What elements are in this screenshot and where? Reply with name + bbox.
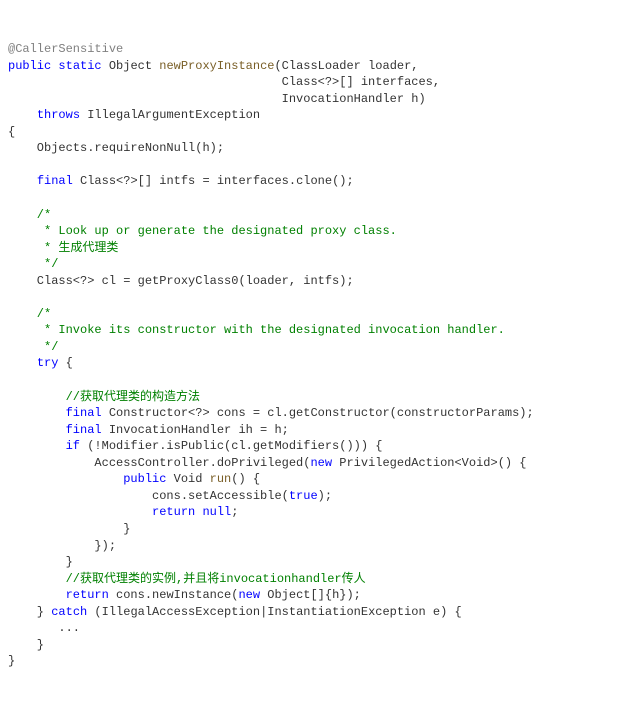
txt: { xyxy=(58,356,72,370)
kw-final: final xyxy=(37,174,73,188)
txt: AccessController.doPrivileged( xyxy=(8,456,310,470)
comment: //获取代理类的实例,并且将invocationhandler传人 xyxy=(8,572,366,586)
txt: } xyxy=(8,605,51,619)
kw-final: final xyxy=(66,406,102,420)
param: h xyxy=(202,141,209,155)
indent xyxy=(8,174,37,188)
kw-try: try xyxy=(37,356,59,370)
txt: ... xyxy=(8,621,80,635)
lit-true: true xyxy=(289,489,318,503)
txt: PrivilegedAction<Void>() { xyxy=(332,456,526,470)
txt: (ClassLoader loader, xyxy=(274,59,418,73)
kw-catch: catch xyxy=(51,605,87,619)
txt: } xyxy=(8,638,44,652)
code-block: @CallerSensitive public static Object ne… xyxy=(8,41,628,670)
method-name: newProxyInstance xyxy=(159,59,274,73)
txt: }); xyxy=(339,588,361,602)
txt: Objects.requireNonNull( xyxy=(8,141,202,155)
comment: /* xyxy=(8,208,51,222)
comment: //获取代理类的构造方法 xyxy=(8,390,200,404)
txt: } xyxy=(8,555,73,569)
txt: ); xyxy=(210,141,224,155)
txt: cons.setAccessible( xyxy=(8,489,289,503)
txt: cons.newInstance( xyxy=(109,588,239,602)
kw-throws: throws xyxy=(37,108,80,122)
indent xyxy=(8,423,66,437)
kw-final: final xyxy=(66,423,102,437)
kw-return: return xyxy=(66,588,109,602)
comment: * 生成代理类 xyxy=(8,241,118,255)
txt: () { xyxy=(231,472,260,486)
txt: Object[]{ xyxy=(260,588,332,602)
indent xyxy=(8,108,37,122)
indent xyxy=(8,406,66,420)
txt: Class<?>[] interfaces, xyxy=(8,75,440,89)
indent xyxy=(8,472,123,486)
txt: } xyxy=(8,522,130,536)
txt: Object xyxy=(102,59,160,73)
txt: (!Modifier.isPublic(cl.getModifiers())) … xyxy=(80,439,382,453)
txt: }); xyxy=(8,539,116,553)
txt: (IllegalAccessException|InstantiationExc… xyxy=(87,605,461,619)
annotation: @CallerSensitive xyxy=(8,42,123,56)
kw-public: public xyxy=(8,59,51,73)
txt: { xyxy=(8,125,15,139)
txt: ); xyxy=(318,489,332,503)
kw-public: public xyxy=(123,472,166,486)
comment: * Look up or generate the designated pro… xyxy=(8,224,397,238)
txt: Class<?> cl = getProxyClass0(loader, int… xyxy=(8,274,354,288)
kw-static: static xyxy=(58,59,101,73)
txt: InvocationHandler h) xyxy=(8,92,426,106)
txt: Void xyxy=(166,472,209,486)
txt: ; xyxy=(231,505,238,519)
indent xyxy=(8,356,37,370)
kw-new: new xyxy=(310,456,332,470)
method-run: run xyxy=(210,472,232,486)
kw-if: if xyxy=(66,439,80,453)
comment: */ xyxy=(8,257,58,271)
indent xyxy=(8,439,66,453)
comment: /* xyxy=(8,307,51,321)
indent xyxy=(8,588,66,602)
txt: } xyxy=(8,654,15,668)
kw-new: new xyxy=(238,588,260,602)
txt: IllegalArgumentException xyxy=(80,108,260,122)
txt: Class<?>[] intfs = interfaces.clone(); xyxy=(73,174,354,188)
txt: InvocationHandler ih = h; xyxy=(102,423,289,437)
indent xyxy=(8,505,152,519)
comment: */ xyxy=(8,340,58,354)
kw-return: return xyxy=(152,505,195,519)
txt: Constructor<?> cons = cl.getConstructor(… xyxy=(102,406,534,420)
comment: * Invoke its constructor with the design… xyxy=(8,323,505,337)
lit-null: null xyxy=(202,505,231,519)
